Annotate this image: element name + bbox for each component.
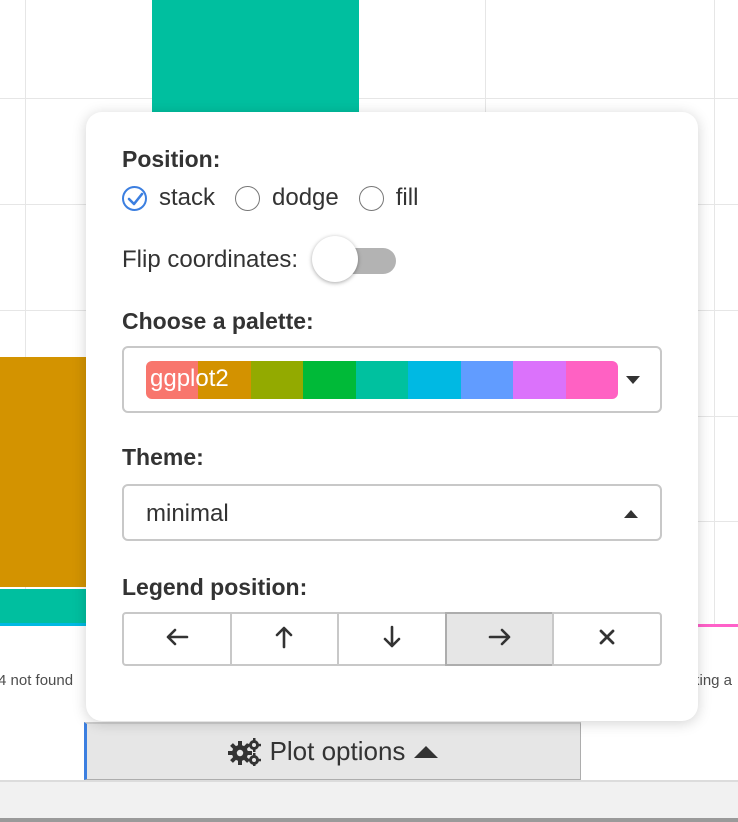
arrow-right-icon <box>488 627 512 652</box>
legend-position-button-group <box>122 612 662 666</box>
arrow-left-icon <box>165 627 189 652</box>
palette-swatch <box>408 361 461 399</box>
flip-coordinates-row: Flip coordinates: <box>122 236 397 284</box>
palette-swatch <box>565 361 618 399</box>
caret-up-icon <box>624 510 638 518</box>
palette-swatch <box>250 361 304 399</box>
close-icon <box>598 628 616 651</box>
gears-icon <box>227 737 262 766</box>
bar-segment-pink <box>698 624 738 627</box>
legend-bottom-button[interactable] <box>337 612 447 666</box>
grid-line <box>714 0 715 625</box>
grid-line <box>0 98 738 99</box>
x-tick-label: 4 not found <box>0 672 74 689</box>
radio-unchecked-icon[interactable] <box>358 185 384 211</box>
caret-down-icon <box>626 376 640 384</box>
radio-stack[interactable]: stack <box>122 184 215 212</box>
radio-label: fill <box>395 184 419 211</box>
arrow-down-icon <box>382 625 402 654</box>
flip-coordinates-label: Flip coordinates: <box>122 246 299 273</box>
bar-segment-green <box>152 0 359 112</box>
legend-top-button[interactable] <box>229 612 340 666</box>
palette-swatch <box>303 361 356 399</box>
caret-up-icon <box>413 744 439 760</box>
radio-fill[interactable]: fill <box>358 184 419 212</box>
switch-knob[interactable] <box>312 236 359 282</box>
position-radio-group: stack dodge fill <box>122 184 438 212</box>
radio-label: stack <box>159 184 216 211</box>
radio-dodge[interactable]: dodge <box>235 184 339 212</box>
legend-none-button[interactable] <box>552 612 662 666</box>
arrow-up-icon <box>274 625 294 654</box>
palette-swatch <box>460 361 514 399</box>
plot-options-button[interactable]: Plot options <box>84 722 581 780</box>
palette-swatch <box>513 361 566 399</box>
bar-segment-blue <box>0 623 86 626</box>
plot-options-label: Plot options <box>269 736 406 766</box>
theme-selected-value: minimal <box>146 500 229 527</box>
footer-strip <box>0 782 738 818</box>
theme-label: Theme: <box>122 444 204 470</box>
legend-left-button[interactable] <box>122 612 232 666</box>
palette-swatch <box>355 361 409 399</box>
position-label: Position: <box>122 146 221 172</box>
flip-coordinates-switch[interactable] <box>312 236 397 284</box>
theme-select[interactable]: minimal <box>122 484 662 541</box>
plot-options-popover: Position: stack dodge fill Flip coordina… <box>86 112 698 721</box>
legend-position-label: Legend position: <box>122 574 308 600</box>
palette-selected-value: ggplot2 <box>150 365 229 392</box>
radio-checked-icon[interactable] <box>122 185 147 211</box>
palette-label: Choose a palette: <box>122 308 314 334</box>
bar-segment-gold <box>0 357 86 587</box>
x-tick-label: king a <box>692 672 733 689</box>
radio-label: dodge <box>272 184 339 211</box>
bar-segment-green <box>0 589 86 623</box>
divider <box>0 818 738 822</box>
legend-right-button[interactable] <box>444 612 555 666</box>
palette-select[interactable]: ggplot2 <box>122 346 662 413</box>
radio-unchecked-icon[interactable] <box>235 185 261 211</box>
